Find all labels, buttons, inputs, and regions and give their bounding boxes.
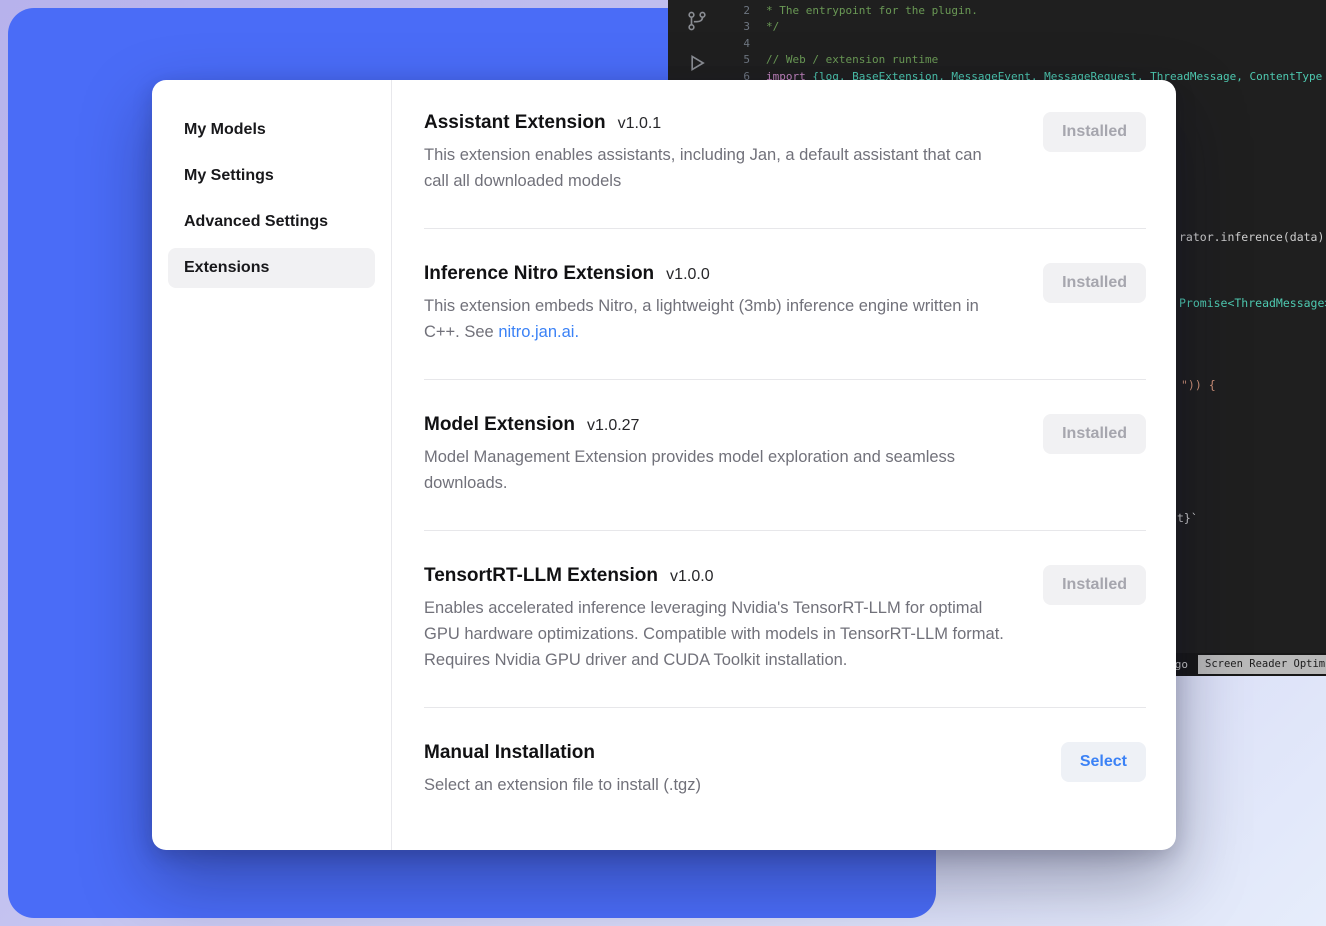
extension-row-nitro: Inference Nitro Extension v1.0.0 This ex… <box>424 229 1146 380</box>
nitro-jan-ai-link[interactable]: nitro.jan.ai. <box>498 323 579 341</box>
extension-info: Manual Installation Select an extension … <box>424 742 1004 799</box>
code-line: 2 * The entrypoint for the plugin. <box>724 2 1326 19</box>
manual-installation-row: Manual Installation Select an extension … <box>424 708 1146 833</box>
extensions-panel: Assistant Extension v1.0.1 This extensio… <box>392 80 1176 850</box>
line-number: 5 <box>724 53 750 66</box>
sidebar-item-extensions[interactable]: Extensions <box>168 248 375 288</box>
sidebar-item-advanced-settings[interactable]: Advanced Settings <box>168 202 375 242</box>
git-branch-icon[interactable] <box>686 10 708 32</box>
extension-title: Inference Nitro Extension <box>424 263 654 285</box>
code-fragment: Promise<ThreadMessage> <box>1179 296 1326 310</box>
line-number: 4 <box>724 37 750 50</box>
settings-sidebar: My Models My Settings Advanced Settings … <box>152 80 392 850</box>
code-fragment: rator.inference(data)); <box>1179 230 1326 244</box>
extension-version: v1.0.0 <box>670 568 714 586</box>
extension-title: TensortRT-LLM Extension <box>424 565 658 587</box>
extension-description: Enables accelerated inference leveraging… <box>424 596 1004 673</box>
manual-installation-description: Select an extension file to install (.tg… <box>424 773 1004 799</box>
code-text: * The entrypoint for the plugin. <box>766 4 978 17</box>
extension-title: Assistant Extension <box>424 112 606 134</box>
screen-reader-notification: Screen Reader Optimized <box>1198 655 1326 674</box>
extension-title: Model Extension <box>424 414 575 436</box>
code-lines: 2 * The entrypoint for the plugin. 3 */ … <box>724 2 1326 85</box>
extension-info: Inference Nitro Extension v1.0.0 This ex… <box>424 263 1004 345</box>
run-debug-icon[interactable] <box>686 52 708 74</box>
installed-button[interactable]: Installed <box>1043 112 1146 152</box>
extension-description: This extension embeds Nitro, a lightweig… <box>424 294 1004 345</box>
line-number: 2 <box>724 4 750 17</box>
code-line: 5 // Web / extension runtime <box>724 52 1326 69</box>
select-file-button[interactable]: Select <box>1061 742 1146 782</box>
extension-version: v1.0.27 <box>587 417 639 435</box>
extension-row-assistant: Assistant Extension v1.0.1 This extensio… <box>424 112 1146 229</box>
sidebar-item-my-settings[interactable]: My Settings <box>168 156 375 196</box>
code-line: 4 <box>724 35 1326 52</box>
extension-row-tensorrt: TensortRT-LLM Extension v1.0.0 Enables a… <box>424 531 1146 708</box>
settings-modal: My Models My Settings Advanced Settings … <box>152 80 1176 850</box>
extension-info: TensortRT-LLM Extension v1.0.0 Enables a… <box>424 565 1004 673</box>
desktop: 2 * The entrypoint for the plugin. 3 */ … <box>0 0 1326 926</box>
extension-version: v1.0.1 <box>618 115 662 133</box>
extension-description: Model Management Extension provides mode… <box>424 445 1004 496</box>
extension-row-model: Model Extension v1.0.27 Model Management… <box>424 380 1146 531</box>
installed-button[interactable]: Installed <box>1043 263 1146 303</box>
extension-info: Assistant Extension v1.0.1 This extensio… <box>424 112 1004 194</box>
code-text: // Web / extension runtime <box>766 53 938 66</box>
extension-description: This extension enables assistants, inclu… <box>424 143 1004 194</box>
code-line: 3 */ <box>724 19 1326 36</box>
installed-button[interactable]: Installed <box>1043 414 1146 454</box>
status-text: go <box>1175 658 1188 671</box>
code-text: */ <box>766 20 779 33</box>
extension-info: Model Extension v1.0.27 Model Management… <box>424 414 1004 496</box>
code-fragment: t}` <box>1177 511 1198 525</box>
manual-installation-title: Manual Installation <box>424 742 595 764</box>
installed-button[interactable]: Installed <box>1043 565 1146 605</box>
line-number: 3 <box>724 20 750 33</box>
sidebar-item-my-models[interactable]: My Models <box>168 110 375 150</box>
code-fragment: ")) { <box>1181 378 1216 392</box>
extension-version: v1.0.0 <box>666 266 710 284</box>
